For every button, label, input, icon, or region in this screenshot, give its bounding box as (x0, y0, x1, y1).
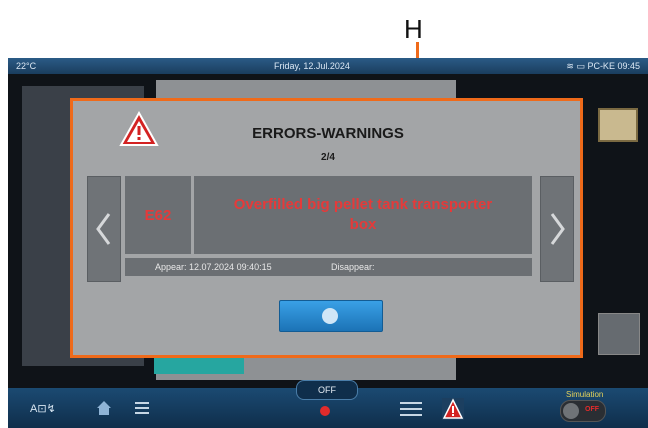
background-thumbnail (598, 108, 638, 142)
simulation-label: Simulation (566, 390, 604, 399)
chevron-right-icon (550, 213, 565, 245)
errors-warnings-dialog: ERRORS-WARNINGS 2/4 E62 Overfilled big p… (70, 98, 583, 358)
next-error-button[interactable] (540, 176, 574, 282)
dialog-title: ERRORS-WARNINGS (252, 125, 404, 142)
device-screen: 22°C Friday, 12.Jul.2024 ≋ ▭ PC-KE 09:45… (8, 58, 648, 428)
toggle-knob (563, 403, 579, 419)
alarm-warning-icon[interactable] (442, 398, 464, 420)
bottom-navigation-bar: A⊡↯ OFF Simulation OFF (8, 380, 648, 428)
wifi-icon: ≋ (566, 61, 574, 71)
acknowledge-button[interactable] (279, 300, 383, 332)
device-name: PC-KE (587, 61, 615, 71)
error-message: Overfilled big pellet tank transporter b… (194, 176, 532, 254)
grid-icon[interactable] (134, 400, 150, 416)
warning-triangle-icon (119, 111, 159, 146)
menu-icon[interactable] (400, 402, 422, 416)
off-status-tab[interactable]: OFF (296, 380, 358, 400)
display-mode-icon[interactable]: A⊡↯ (30, 402, 56, 415)
chevron-left-icon (96, 213, 111, 245)
simulation-toggle-state: OFF (585, 406, 599, 413)
checkmark-icon (322, 308, 338, 324)
background-tile (598, 313, 640, 355)
status-bar: 22°C Friday, 12.Jul.2024 ≋ ▭ PC-KE 09:45 (8, 58, 648, 74)
date-readout: Friday, 12.Jul.2024 (274, 61, 350, 71)
appear-timestamp: Appear: 12.07.2024 09:40:15 (155, 262, 272, 272)
battery-icon: ▭ (576, 61, 585, 71)
annotation-letter: H (404, 14, 423, 44)
status-indicator-dot (320, 406, 330, 416)
appear-disappear-row: Appear: 12.07.2024 09:40:15 Disappear: (125, 258, 532, 276)
error-counter: 2/4 (321, 152, 335, 163)
temperature-readout: 22°C (16, 61, 37, 71)
previous-error-button[interactable] (87, 176, 121, 282)
device-time-readout: ≋ ▭ PC-KE 09:45 (566, 61, 640, 72)
home-icon[interactable] (96, 400, 112, 416)
simulation-toggle[interactable]: OFF (560, 400, 606, 422)
clock: 09:45 (617, 61, 640, 71)
disappear-label: Disappear: (331, 262, 375, 272)
error-code: E62 (125, 176, 191, 254)
